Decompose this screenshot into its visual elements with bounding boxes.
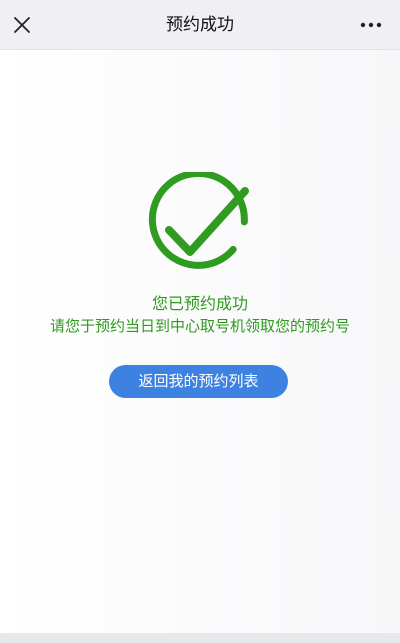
main-content: 您已预约成功 请您于预约当日到中心取号机领取您的预约号 返回我的预约列表 [0,50,400,633]
app-screen: 预约成功 您已预约成功 请您于预约当日到中心取号机领取您的预约号 返回我的预约列… [0,0,400,643]
close-button[interactable] [0,0,44,50]
success-message: 您已预约成功 [151,294,248,313]
bottom-divider [0,633,400,643]
return-to-list-button[interactable]: 返回我的预约列表 [109,365,288,398]
check-circle-icon [148,172,249,269]
more-icon [360,22,382,28]
instruction-message: 请您于预约当日到中心取号机领取您的预约号 [49,317,350,335]
top-nav-bar: 预约成功 [0,0,400,50]
page-title: 预约成功 [166,15,234,35]
close-icon [14,17,30,33]
more-button[interactable] [350,0,392,50]
